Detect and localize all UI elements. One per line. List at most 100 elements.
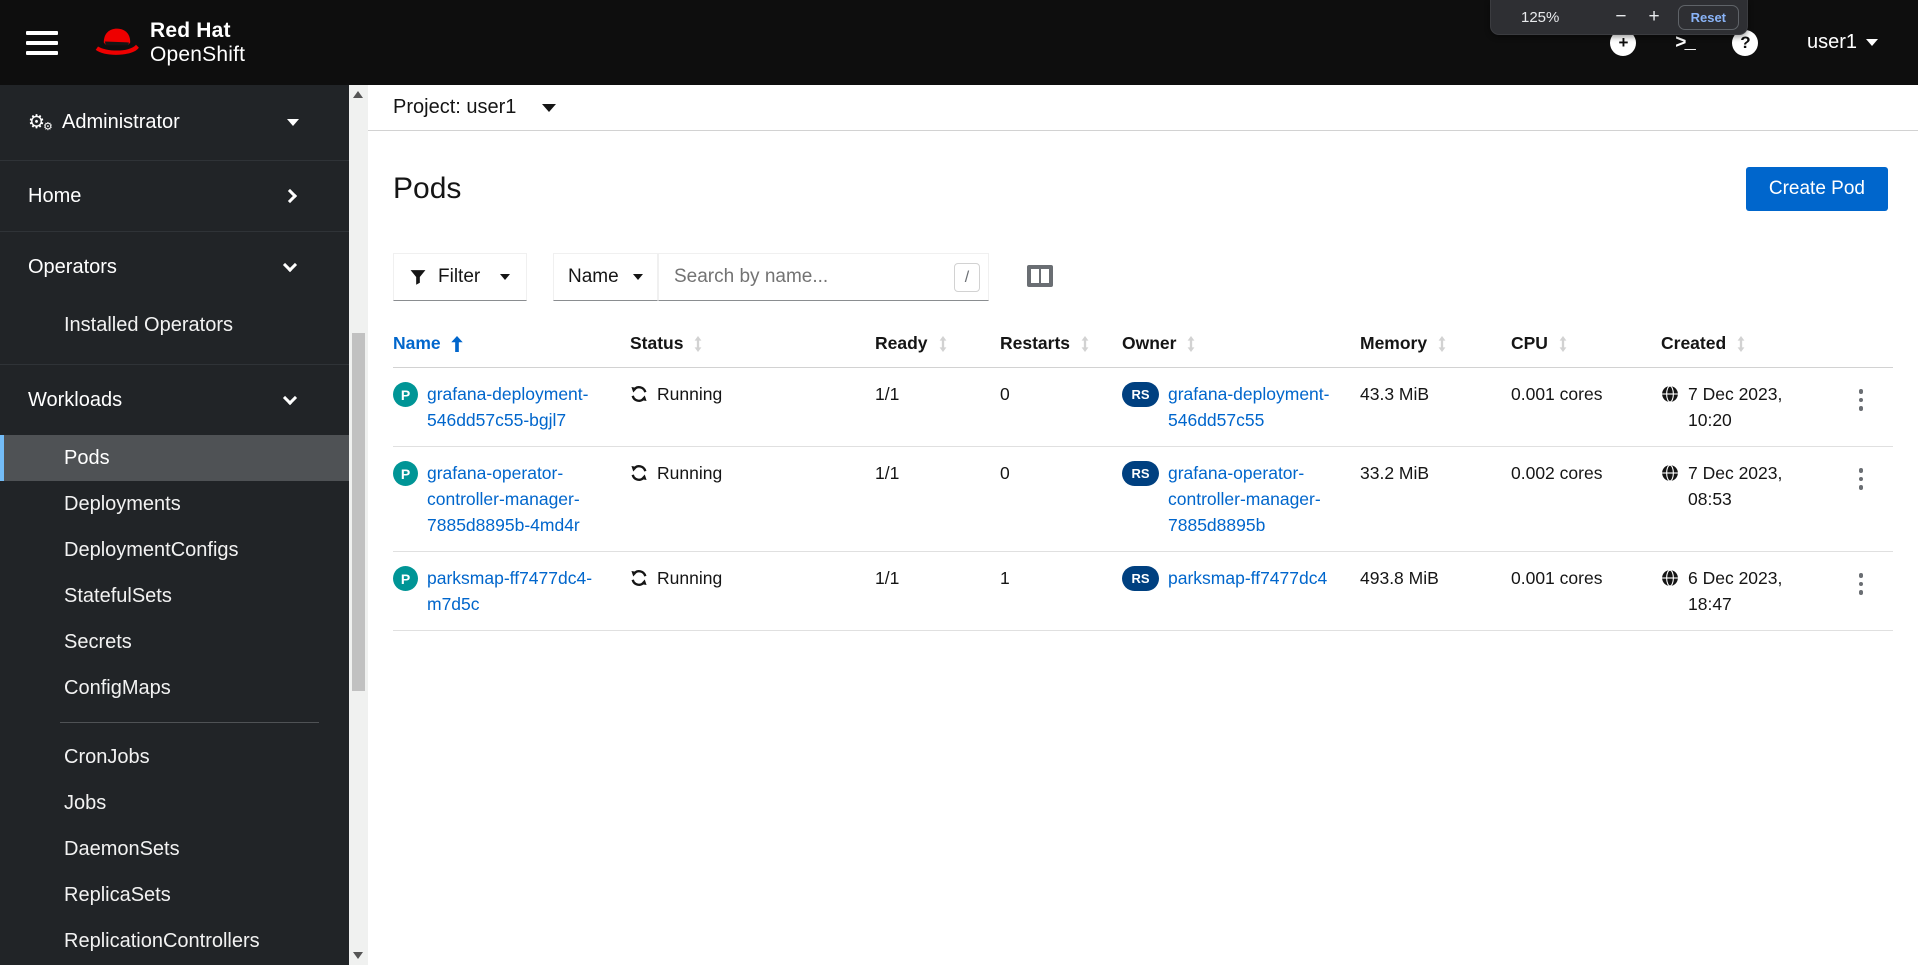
sort-both-icon[interactable] [1186,335,1196,352]
created-text: 7 Dec 2023, 10:20 [1688,384,1783,430]
nav-toggle-hamburger-icon[interactable] [26,30,58,55]
name-header-label: Name [393,333,441,353]
cronjobs-label: CronJobs [64,745,150,768]
zoom-reset-button[interactable]: Reset [1677,4,1740,30]
scrollbar-thumb[interactable] [352,333,365,691]
keyboard-shortcut-hint: / [954,263,980,292]
filter-funnel-icon [410,270,426,285]
project-bar: Project: user1 [368,85,1918,131]
sort-ascending-icon[interactable] [450,335,463,352]
replicationcontrollers-label: ReplicationControllers [64,929,260,952]
column-header-ready[interactable]: Ready [875,323,1000,367]
column-header-cpu[interactable]: CPU [1511,323,1661,367]
sort-both-icon[interactable] [1736,335,1746,352]
pod-link[interactable]: parksmap-ff7477dc4-m7d5c [427,565,618,617]
create-pod-button[interactable]: Create Pod [1745,167,1888,211]
sync-running-icon [631,386,647,402]
sidebar-item-pods[interactable]: Pods [0,435,349,481]
sidebar-item-deploymentconfigs[interactable]: DeploymentConfigs [0,527,349,573]
pod-link[interactable]: grafana-deployment-546dd57c55-bgjl7 [427,381,618,433]
sidebar-item-cronjobs[interactable]: CronJobs [0,734,349,780]
kebab-menu-icon[interactable] [1851,565,1871,595]
deployments-label: Deployments [64,492,181,515]
manage-columns-button[interactable] [1023,261,1057,294]
caret-down-icon[interactable] [542,103,557,112]
sidebar-item-installed-operators[interactable]: Installed Operators [0,302,349,348]
sidebar-item-daemonsets[interactable]: DaemonSets [0,826,349,872]
sidebar-item-jobs[interactable]: Jobs [0,780,349,826]
sort-both-icon[interactable] [1558,335,1568,352]
owner-link[interactable]: grafana-deployment-546dd57c55 [1168,381,1348,433]
column-header-name[interactable]: Name [393,323,630,367]
sidebar-item-configmaps[interactable]: ConfigMaps [0,665,349,711]
sidebar-item-home[interactable]: Home [0,161,349,231]
column-header-restarts[interactable]: Restarts [1000,323,1122,367]
sidebar-item-secrets[interactable]: Secrets [0,619,349,665]
column-header-memory[interactable]: Memory [1360,323,1511,367]
sort-both-icon[interactable] [938,335,948,352]
owner-link[interactable]: parksmap-ff7477dc4 [1168,565,1327,591]
statefulsets-label: StatefulSets [64,584,172,607]
pod-badge: P [393,382,418,407]
caret-down-icon [633,274,643,280]
restarts-cell: 0 [1000,463,1010,483]
sidebar-item-operators[interactable]: Operators [0,232,349,302]
user-menu[interactable]: user1 [1807,31,1878,54]
search-input[interactable] [658,253,989,301]
home-label: Home [28,184,82,207]
name-cell: P grafana-operator-controller-manager-78… [393,447,630,551]
column-header-created[interactable]: Created [1661,323,1820,367]
nav-section-operators: Operators Installed Operators [0,232,349,365]
scrollbar[interactable] [349,85,368,965]
owner-link[interactable]: grafana-operator-controller-manager-7885… [1168,460,1348,538]
search-attribute-dropdown[interactable]: Name [553,253,658,301]
brand-name: Red Hat [150,18,231,42]
sidebar-item-statefulsets[interactable]: StatefulSets [0,573,349,619]
sidebar-item-deployments[interactable]: Deployments [0,481,349,527]
ready-header-label: Ready [875,333,928,353]
main-content: Project: user1 Pods Create Pod Filter Na… [368,85,1918,965]
filter-toolbar: Filter Name / [393,253,1888,301]
pod-link[interactable]: grafana-operator-controller-manager-7885… [427,460,618,538]
sidebar-nav: ⚙ ⚙ Administrator Home Operators Installe… [0,85,349,965]
sort-both-icon[interactable] [1437,335,1447,352]
pods-label: Pods [64,446,110,469]
page-title: Pods [393,172,462,205]
filter-dropdown[interactable]: Filter [393,253,527,301]
sidebar-item-replicationcontrollers[interactable]: ReplicationControllers [0,918,349,964]
caret-down-icon [500,274,510,280]
sidebar-item-replicasets[interactable]: ReplicaSets [0,872,349,918]
ready-cell: 1/1 [875,463,900,483]
column-header-status[interactable]: Status [630,323,875,367]
table-header-row: Name Status Ready Restarts Owner Memory … [393,323,1893,368]
attribute-label: Name [568,266,619,287]
scroll-up-arrow-icon[interactable] [353,91,363,98]
project-selector-label[interactable]: Project: user1 [393,96,516,119]
restarts-header-label: Restarts [1000,333,1071,353]
zoom-in-button[interactable]: + [1648,6,1659,28]
restarts-cell: 1 [1000,568,1010,588]
owner-cell: RS grafana-deployment-546dd57c55 [1122,368,1360,446]
workloads-label: Workloads [28,388,123,411]
kebab-menu-icon[interactable] [1851,381,1871,411]
product-name: OpenShift [150,42,246,66]
scroll-down-arrow-icon[interactable] [353,952,363,959]
created-cell: 7 Dec 2023, 08:53 [1661,447,1820,551]
perspective-switcher[interactable]: ⚙ ⚙ Administrator [0,85,349,161]
nav-section-workloads: Workloads Pods Deployments DeploymentCon… [0,365,349,965]
user-name: user1 [1806,31,1857,53]
cpu-cell: 0.001 cores [1511,568,1603,588]
cpu-header-label: CPU [1511,333,1548,353]
sort-both-icon[interactable] [1080,335,1090,352]
status-text: Running [657,568,723,588]
memory-cell: 33.2 MiB [1360,463,1430,483]
jobs-label: Jobs [64,791,107,814]
owner-cell: RS grafana-operator-controller-manager-7… [1122,447,1360,551]
kebab-menu-icon[interactable] [1851,460,1871,490]
column-header-owner[interactable]: Owner [1122,323,1360,367]
sort-both-icon[interactable] [693,335,703,352]
zoom-out-button[interactable]: − [1615,6,1626,28]
sidebar-item-workloads[interactable]: Workloads [0,365,349,435]
ready-cell: 1/1 [875,384,900,404]
status-cell: Running [630,368,875,446]
